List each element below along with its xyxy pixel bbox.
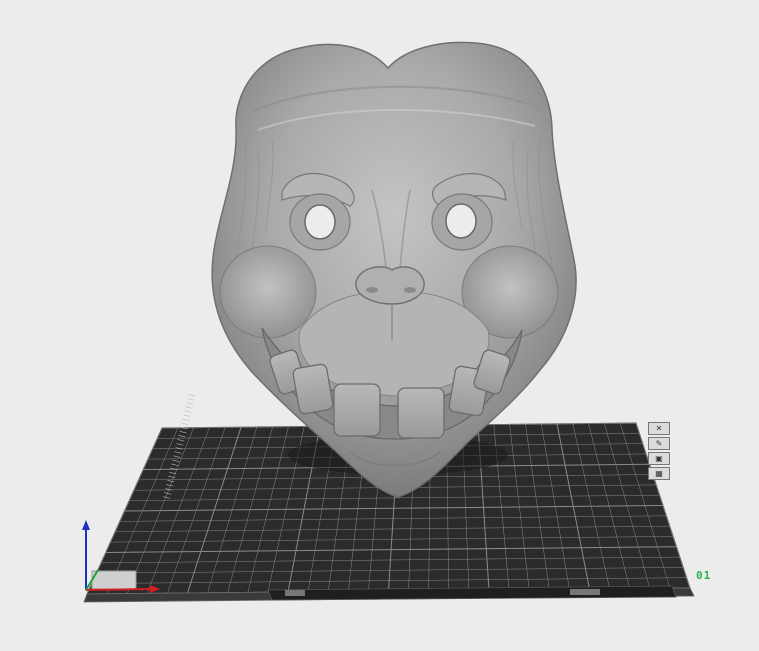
left-eye-hole [304,204,336,240]
right-nostril [404,287,416,293]
left-nostril [366,287,378,293]
grid-icon[interactable]: ▦ [648,467,670,480]
plate-number-label: 01 [696,569,712,582]
origin-marker [91,570,137,590]
3d-viewport[interactable]: |||||||||||||||||||||||||| [0,0,759,651]
tooth [292,363,334,415]
left-cheek [219,245,317,339]
camera-icon[interactable]: ▣ [648,452,670,465]
bed-label-plate [285,590,305,596]
nose [355,266,425,305]
right-eye-hole [445,203,477,239]
tooth [397,387,445,439]
bed-label-plate-right [570,589,600,595]
close-icon[interactable]: ✕ [648,422,670,435]
x-axis [85,588,153,591]
view-toolbar: ✕ ✎ ▣ ▦ [648,422,670,480]
z-axis-arrow-icon [82,520,90,530]
edit-icon[interactable]: ✎ [648,437,670,450]
tooth [333,383,381,437]
